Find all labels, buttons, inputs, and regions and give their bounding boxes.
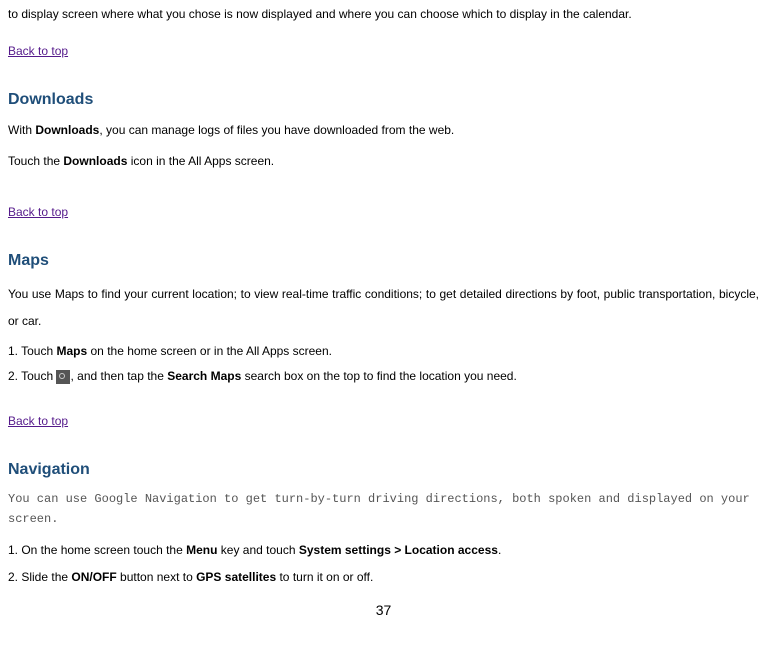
menu-bold: Menu [186,543,217,557]
gps-bold: GPS satellites [196,570,276,584]
navigation-heading: Navigation [8,457,759,483]
search-icon [56,370,70,384]
text: Touch the [8,154,63,168]
text: key and touch [217,543,298,557]
intro-continuation: to display screen where what you chose i… [8,5,759,24]
downloads-paragraph-1: With Downloads, you can manage logs of f… [8,121,759,140]
text: 2. Touch [8,369,56,383]
back-to-top-link-3[interactable]: Back to top [8,412,68,431]
back-to-top-link-2[interactable]: Back to top [8,203,68,222]
navigation-step-1: 1. On the home screen touch the Menu key… [8,541,759,560]
text: search box on the top to find the locati… [241,369,517,383]
maps-bold: Maps [56,344,87,358]
path-bold: System settings > Location access [299,543,498,557]
text: on the home screen or in the All Apps sc… [87,344,332,358]
search-maps-bold: Search Maps [167,369,241,383]
maps-step-2: 2. Touch , and then tap the Search Maps … [8,367,759,386]
downloads-bold: Downloads [63,154,127,168]
onoff-bold: ON/OFF [71,570,116,584]
text: 1. On the home screen touch the [8,543,186,557]
downloads-paragraph-2: Touch the Downloads icon in the All Apps… [8,152,759,171]
maps-intro: You use Maps to find your current locati… [8,281,759,334]
text: . [498,543,501,557]
downloads-heading: Downloads [8,87,759,113]
text: 1. Touch [8,344,56,358]
navigation-step-2: 2. Slide the ON/OFF button next to GPS s… [8,568,759,587]
text: icon in the All Apps screen. [127,154,274,168]
text: With [8,123,35,137]
navigation-description: You can use Google Navigation to get tur… [8,490,759,528]
page-number: 37 [8,599,759,621]
text: 2. Slide the [8,570,71,584]
text: to turn it on or off. [276,570,373,584]
maps-heading: Maps [8,248,759,274]
maps-step-1: 1. Touch Maps on the home screen or in t… [8,342,759,361]
text: , and then tap the [70,369,167,383]
back-to-top-link-1[interactable]: Back to top [8,42,68,61]
downloads-bold: Downloads [35,123,99,137]
text: , you can manage logs of files you have … [99,123,454,137]
text: button next to [117,570,196,584]
